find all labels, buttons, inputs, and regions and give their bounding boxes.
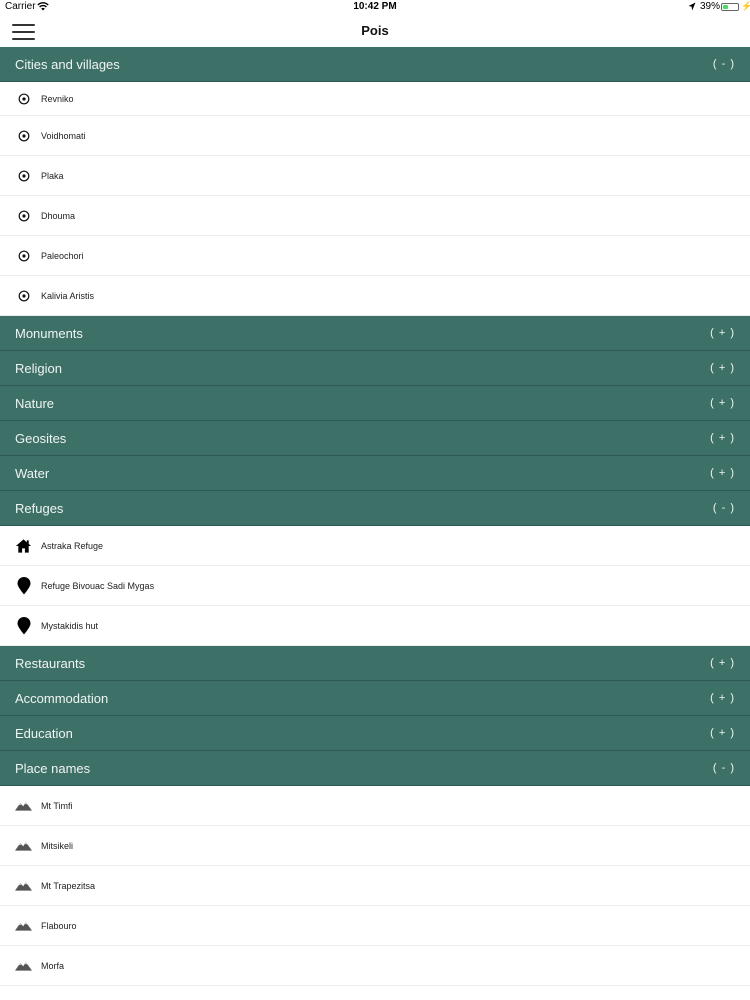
status-bar: Carrier 10:42 PM 39% ⚡ xyxy=(0,0,750,14)
list-item-label: Plaka xyxy=(41,170,64,181)
mountain-icon xyxy=(15,957,32,974)
map-pin-icon xyxy=(15,576,32,594)
section-label: Religion xyxy=(15,360,62,376)
page-title: Pois xyxy=(361,23,389,38)
list-item[interactable]: Morfa xyxy=(0,946,750,986)
list-item[interactable]: Kalivia Aristis xyxy=(0,276,750,316)
list-item-label: Mt Timfi xyxy=(41,800,73,811)
list-item[interactable]: Astraka Refuge xyxy=(0,526,750,566)
mountain-icon xyxy=(15,917,32,934)
section-toggle[interactable]: ( + ) xyxy=(710,362,735,374)
section-label: Water xyxy=(15,465,50,481)
section-toggle[interactable]: ( - ) xyxy=(713,762,735,774)
list-item-label: Mt Trapezitsa xyxy=(41,880,96,891)
section-toggle[interactable]: ( - ) xyxy=(713,502,735,514)
list-item[interactable]: Revniko xyxy=(0,82,750,116)
list-item-label: Mitsikeli xyxy=(41,840,74,851)
section-label: Monuments xyxy=(15,325,83,341)
house-icon xyxy=(15,537,32,554)
section-label: Cities and villages xyxy=(15,56,120,72)
target-icon xyxy=(15,287,32,304)
list-item-label: Kalivia Aristis xyxy=(41,290,95,301)
list-item-label: Paleochori xyxy=(41,250,84,261)
section-header-religion[interactable]: Religion ( + ) xyxy=(0,351,750,386)
list-item-label: Voidhomati xyxy=(41,130,86,141)
list-item[interactable]: Dhouma xyxy=(0,196,750,236)
map-pin-icon xyxy=(15,616,32,634)
section-label: Restaurants xyxy=(15,655,86,671)
target-icon xyxy=(15,127,32,144)
nav-bar: Pois xyxy=(0,14,750,47)
list-item[interactable]: Flabouro xyxy=(0,906,750,946)
target-icon xyxy=(15,247,32,264)
list-item-label: Dhouma xyxy=(41,210,76,221)
section-toggle[interactable]: ( - ) xyxy=(713,58,735,70)
list-item[interactable]: Refuge Bivouac Sadi Mygas xyxy=(0,566,750,606)
list-item[interactable]: Plaka xyxy=(0,156,750,196)
section-header-water[interactable]: Water ( + ) xyxy=(0,456,750,491)
section-header-nature[interactable]: Nature ( + ) xyxy=(0,386,750,421)
section-header-cities-and-villages[interactable]: Cities and villages ( - ) xyxy=(0,47,750,82)
list-item[interactable]: Mt Trapezitsa xyxy=(0,866,750,906)
mountain-icon xyxy=(15,877,32,894)
list-item[interactable]: Mt Timfi xyxy=(0,786,750,826)
section-label: Geosites xyxy=(15,430,67,446)
section-header-monuments[interactable]: Monuments ( + ) xyxy=(0,316,750,351)
list-item-label: Flabouro xyxy=(41,920,77,931)
status-time: 10:42 PM xyxy=(353,1,397,12)
list-item-label: Refuge Bivouac Sadi Mygas xyxy=(41,580,155,591)
list-item[interactable]: Paleochori xyxy=(0,236,750,276)
section-toggle[interactable]: ( + ) xyxy=(710,467,735,479)
list-item-label: Morfa xyxy=(41,960,65,971)
section-toggle[interactable]: ( + ) xyxy=(710,657,735,669)
charging-bolt-icon: ⚡ xyxy=(741,1,750,11)
location-arrow-icon xyxy=(688,2,696,11)
list-item[interactable]: Mitsikeli xyxy=(0,826,750,866)
list-item-label: Astraka Refuge xyxy=(41,540,104,551)
section-label: Nature xyxy=(15,395,55,411)
section-label: Education xyxy=(15,725,73,741)
section-header-education[interactable]: Education ( + ) xyxy=(0,716,750,751)
battery-percent: 39% xyxy=(700,1,721,12)
battery-icon xyxy=(721,3,739,11)
section-header-refuges[interactable]: Refuges ( - ) xyxy=(0,491,750,526)
poi-list: Cities and villages ( - ) Revniko Voidhomat… xyxy=(0,47,750,986)
section-toggle[interactable]: ( + ) xyxy=(710,327,735,339)
list-item-label: Mystakidis hut xyxy=(41,620,99,631)
target-icon xyxy=(15,167,32,184)
section-toggle[interactable]: ( + ) xyxy=(710,397,735,409)
section-label: Refuges xyxy=(15,500,64,516)
mountain-icon xyxy=(15,837,32,854)
target-icon xyxy=(15,207,32,224)
section-label: Place names xyxy=(15,760,91,776)
section-header-accommodation[interactable]: Accommodation ( + ) xyxy=(0,681,750,716)
mountain-icon xyxy=(15,797,32,814)
section-header-place-names[interactable]: Place names ( - ) xyxy=(0,751,750,786)
section-label: Accommodation xyxy=(15,690,109,706)
list-item[interactable]: Voidhomati xyxy=(0,116,750,156)
section-header-restaurants[interactable]: Restaurants ( + ) xyxy=(0,646,750,681)
section-toggle[interactable]: ( + ) xyxy=(710,727,735,739)
target-icon xyxy=(15,90,32,107)
section-toggle[interactable]: ( + ) xyxy=(710,692,735,704)
list-item-label: Revniko xyxy=(41,93,74,104)
section-toggle[interactable]: ( + ) xyxy=(710,432,735,444)
section-header-geosites[interactable]: Geosites ( + ) xyxy=(0,421,750,456)
list-item[interactable]: Mystakidis hut xyxy=(0,606,750,646)
